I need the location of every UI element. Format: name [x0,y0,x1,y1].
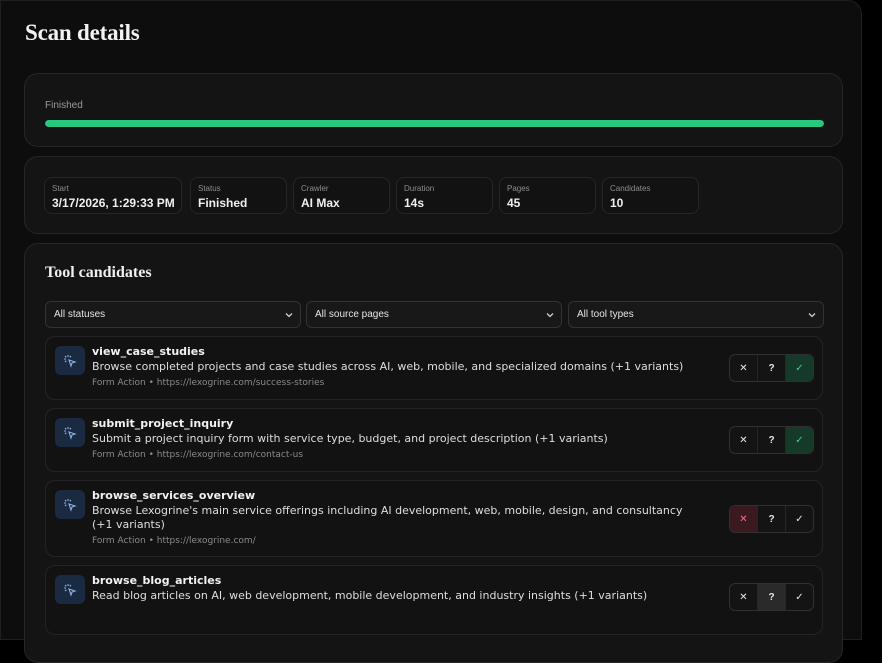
decision-buttons: ✕ ? ✓ [729,354,814,382]
status-filter-select[interactable]: All statuses [45,301,301,328]
stat-value: 45 [507,196,521,210]
stat-value: 10 [610,196,624,210]
stat-candidates: Candidates 10 [602,177,699,214]
stat-label: Status [198,184,221,193]
tool-candidate-item: view_case_studies Browse completed proje… [45,336,823,400]
decision-buttons: ✕ ? ✓ [729,505,814,533]
stat-value: AI Max [301,196,340,210]
chevron-down-icon [546,313,554,318]
approve-button[interactable]: ✓ [785,506,813,532]
stat-label: Candidates [610,184,651,193]
cursor-click-icon [55,346,85,375]
stat-label: Duration [404,184,435,193]
stat-start: Start 3/17/2026, 1:29:33 PM [44,177,182,214]
tool-meta: Form Action • https://lexogrine.com/succ… [92,378,325,388]
select-value: All statuses [54,309,106,320]
decision-buttons: ✕ ? ✓ [729,426,814,454]
tool-meta: Form Action • https://lexogrine.com/ [92,536,256,546]
cursor-click-icon [55,418,85,447]
stat-pages: Pages 45 [499,177,596,214]
progress-card: Finished [24,73,843,147]
tool-description: Browse completed projects and case studi… [92,360,684,373]
tool-name: view_case_studies [92,345,205,358]
approve-button[interactable]: ✓ [785,355,813,381]
tool-meta: Form Action • https://lexogrine.com/cont… [92,450,304,460]
unsure-button[interactable]: ? [757,355,785,381]
tool-name: browse_blog_articles [92,574,222,587]
progress-status-label: Finished [45,100,83,111]
stat-crawler: Crawler AI Max [293,177,390,214]
stat-label: Start [52,184,69,193]
reject-button[interactable]: ✕ [730,584,757,610]
source-filter-select[interactable]: All source pages [306,301,562,328]
stats-card: Start 3/17/2026, 1:29:33 PM Status Finis… [24,156,843,234]
reject-button[interactable]: ✕ [730,355,757,381]
stat-value: Finished [198,196,248,210]
approve-button[interactable]: ✓ [785,584,813,610]
unsure-button[interactable]: ? [757,584,785,610]
progress-bar-fill [45,120,824,127]
tool-description: Submit a project inquiry form with servi… [92,432,608,445]
progress-bar [45,120,824,127]
chevron-down-icon [285,313,293,318]
stat-status: Status Finished [190,177,287,214]
tool-description: Browse Lexogrine's main service offering… [92,504,683,531]
scan-details-panel: Scan details Finished Start 3/17/2026, 1… [0,0,862,663]
unsure-button[interactable]: ? [757,427,785,453]
cursor-click-icon [55,490,85,519]
chevron-down-icon [808,313,816,318]
tool-description: Read blog articles on AI, web developmen… [92,589,648,602]
stat-label: Crawler [301,184,329,193]
tool-name: browse_services_overview [92,489,256,502]
decision-buttons: ✕ ? ✓ [729,583,814,611]
section-title: Tool candidates [45,264,152,281]
tool-candidate-item: browse_blog_articles Read blog articles … [45,565,823,635]
tool-candidate-item: browse_services_overview Browse Lexogrin… [45,480,823,557]
stat-value: 3/17/2026, 1:29:33 PM [52,196,175,210]
reject-button[interactable]: ✕ [730,506,757,532]
tool-name: submit_project_inquiry [92,417,234,430]
stat-value: 14s [404,196,425,210]
stat-duration: Duration 14s [396,177,493,214]
stat-label: Pages [507,184,530,193]
unsure-button[interactable]: ? [757,506,785,532]
page-title: Scan details [25,20,140,45]
reject-button[interactable]: ✕ [730,427,757,453]
select-value: All tool types [577,309,634,320]
select-value: All source pages [315,309,389,320]
tool-candidate-item: submit_project_inquiry Submit a project … [45,408,823,472]
tool-candidates-card: Tool candidates All statuses All source … [24,243,843,663]
type-filter-select[interactable]: All tool types [568,301,824,328]
approve-button[interactable]: ✓ [785,427,813,453]
